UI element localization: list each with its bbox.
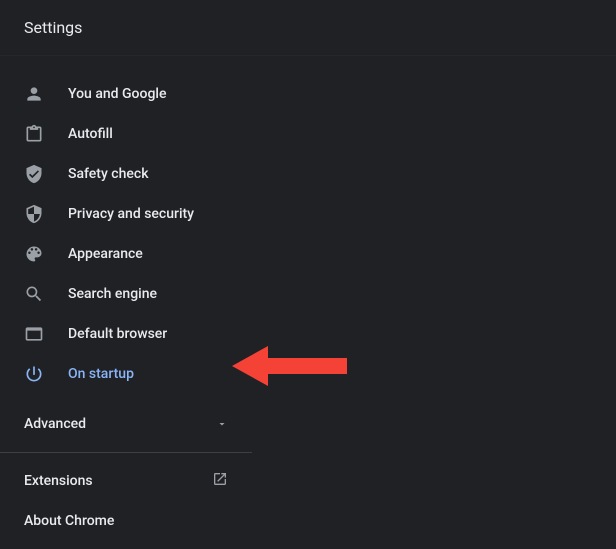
nav-item-safety-check[interactable]: Safety check bbox=[0, 154, 252, 194]
shield-check-icon bbox=[24, 164, 44, 184]
nav-item-label: Safety check bbox=[68, 166, 149, 182]
open-in-new-icon bbox=[212, 471, 228, 491]
nav-item-extensions[interactable]: Extensions bbox=[0, 461, 252, 501]
advanced-label: Advanced bbox=[24, 416, 86, 432]
browser-icon bbox=[24, 324, 44, 344]
nav-item-label: Search engine bbox=[68, 286, 157, 302]
nav-item-label: You and Google bbox=[68, 86, 166, 102]
nav-item-advanced[interactable]: Advanced bbox=[0, 404, 252, 444]
search-icon bbox=[24, 284, 44, 304]
shield-icon bbox=[24, 204, 44, 224]
nav-item-privacy-security[interactable]: Privacy and security bbox=[0, 194, 252, 234]
nav-item-search-engine[interactable]: Search engine bbox=[0, 274, 252, 314]
nav-item-on-startup[interactable]: On startup bbox=[0, 354, 252, 394]
nav-item-label: Default browser bbox=[68, 326, 167, 342]
palette-icon bbox=[24, 244, 44, 264]
settings-header: Settings bbox=[0, 0, 616, 56]
page-title: Settings bbox=[24, 18, 82, 37]
clipboard-icon bbox=[24, 124, 44, 144]
nav-item-appearance[interactable]: Appearance bbox=[0, 234, 252, 274]
nav-item-default-browser[interactable]: Default browser bbox=[0, 314, 252, 354]
extensions-label: Extensions bbox=[24, 473, 93, 489]
power-icon bbox=[24, 364, 44, 384]
nav-item-label: Appearance bbox=[68, 246, 143, 262]
nav-item-about-chrome[interactable]: About Chrome bbox=[0, 501, 252, 541]
sidebar-divider bbox=[0, 452, 252, 453]
person-icon bbox=[24, 84, 44, 104]
nav-item-you-and-google[interactable]: You and Google bbox=[0, 74, 252, 114]
nav-item-autofill[interactable]: Autofill bbox=[0, 114, 252, 154]
chevron-down-icon bbox=[216, 415, 228, 434]
nav-item-label: On startup bbox=[68, 366, 134, 382]
settings-sidebar: You and Google Autofill Safety check Pri… bbox=[0, 56, 252, 541]
nav-item-label: Autofill bbox=[68, 126, 113, 142]
nav-item-label: Privacy and security bbox=[68, 206, 194, 222]
about-label: About Chrome bbox=[24, 513, 114, 529]
